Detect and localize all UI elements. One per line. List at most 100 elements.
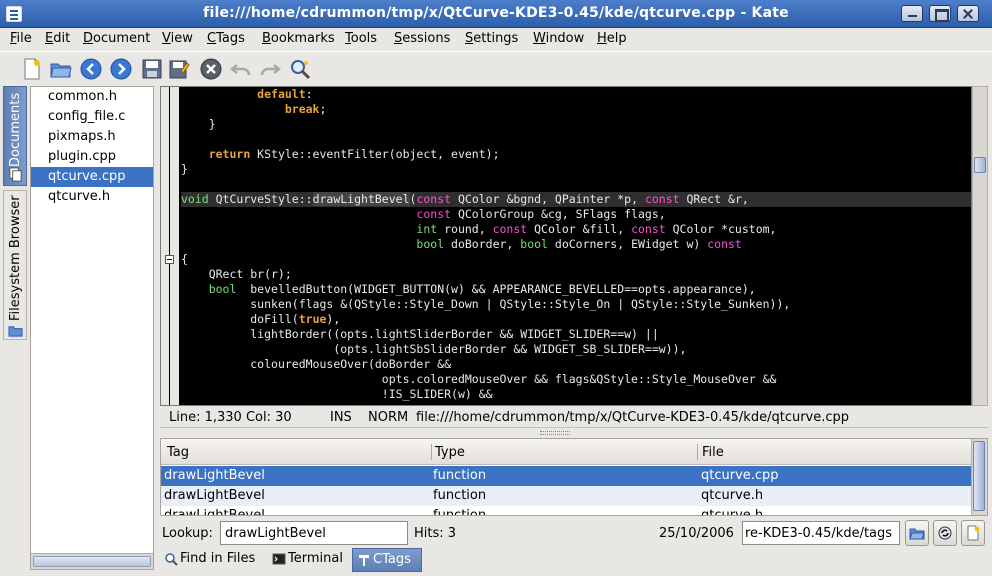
- menu-view[interactable]: View: [162, 31, 193, 46]
- close-document-icon[interactable]: [199, 57, 223, 81]
- list-item[interactable]: pixmaps.h: [31, 127, 153, 147]
- editor-scrollbar[interactable]: [972, 86, 988, 406]
- menu-help[interactable]: Help: [597, 31, 627, 46]
- code-const: const: [492, 222, 528, 236]
- code-token: doCorners, EWidget w): [547, 237, 708, 251]
- ctags-results-list: Tag Type File drawLightBevel function qt…: [160, 438, 988, 516]
- undo-icon[interactable]: [229, 57, 253, 81]
- tab-documents[interactable]: Documents: [3, 86, 27, 186]
- code-token: :: [305, 87, 313, 101]
- tab-terminal[interactable]: Terminal: [268, 548, 354, 572]
- code-token: round,: [437, 222, 493, 236]
- menu-file[interactable]: File: [10, 31, 32, 46]
- redo-icon[interactable]: [258, 57, 282, 81]
- cell-tag: drawLightBevel: [164, 488, 265, 503]
- menu-bar: File Edit Document View CTags Bookmarks …: [0, 28, 992, 50]
- save-as-icon[interactable]: [167, 57, 191, 81]
- table-row-selected[interactable]: drawLightBevel function qtcurve.cpp: [161, 466, 971, 486]
- selection-mode[interactable]: NORM: [368, 410, 408, 425]
- minimize-button[interactable]: [901, 5, 923, 22]
- browse-tag-file-button[interactable]: [905, 520, 929, 546]
- column-header-file[interactable]: File: [702, 445, 724, 460]
- main-toolbar: [0, 51, 992, 85]
- menu-document[interactable]: Document: [83, 31, 150, 46]
- code-token: sunken(flags &(QStyle::Style_Down | QSty…: [250, 297, 791, 311]
- menu-ctags[interactable]: CTags: [207, 31, 245, 46]
- insert-mode[interactable]: INS: [330, 410, 352, 425]
- list-item[interactable]: common.h: [31, 87, 153, 107]
- table-row[interactable]: drawLightBevel function qtcurve.h: [161, 486, 971, 506]
- code-token: QColor &bgnd, QPainter *p,: [451, 192, 645, 206]
- code-token: doFill(: [250, 312, 299, 326]
- menu-window[interactable]: Window: [533, 31, 584, 46]
- code-token: QRect br(r);: [181, 267, 292, 281]
- file-path: file:///home/cdrummon/tmp/x/QtCurve-KDE3…: [416, 410, 850, 425]
- cell-type: function: [433, 468, 487, 483]
- scrollbar-thumb[interactable]: [973, 441, 985, 511]
- new-document-icon[interactable]: [20, 57, 44, 81]
- tag-file-input[interactable]: [742, 521, 900, 545]
- tab-ctags[interactable]: CTags: [352, 548, 422, 572]
- list-item[interactable]: qtcurve.h: [31, 187, 153, 207]
- scrollbar-thumb[interactable]: [33, 556, 151, 567]
- code-token: doBorder,: [444, 237, 521, 251]
- code-const: const: [644, 192, 680, 206]
- menu-tools[interactable]: Tools: [345, 31, 377, 46]
- column-header-tag[interactable]: Tag: [167, 445, 189, 460]
- tab-filesystem-browser[interactable]: Filesystem Browser: [3, 190, 27, 340]
- code-const: const: [416, 207, 452, 221]
- code-const: const: [631, 222, 666, 236]
- list-item-selected[interactable]: qtcurve.cpp: [31, 167, 153, 187]
- column-separator[interactable]: [697, 444, 698, 460]
- tab-terminal-label: Terminal: [288, 551, 343, 566]
- code-text: default: break; } return KStyle::eventFi…: [181, 87, 971, 401]
- code-editor[interactable]: default: break; } return KStyle::eventFi…: [160, 86, 972, 406]
- code-token: QRect &r,: [679, 192, 749, 206]
- code-token: QColor &fill,: [527, 222, 632, 236]
- current-line: void QtCurveStyle::drawLightBevel(const …: [181, 192, 971, 207]
- side-tab-strip: Documents Filesystem Browser: [3, 86, 27, 572]
- forward-icon[interactable]: [109, 57, 133, 81]
- code-type: int: [416, 222, 438, 236]
- update-tags-button[interactable]: [933, 520, 957, 546]
- code-const: const: [416, 192, 452, 206]
- menu-bookmarks[interactable]: Bookmarks: [262, 31, 335, 46]
- table-row[interactable]: drawLightBevel function qtcurve.h: [161, 506, 971, 516]
- lookup-input[interactable]: [220, 521, 408, 545]
- scrollbar-thumb[interactable]: [974, 157, 986, 173]
- column-header-type[interactable]: Type: [435, 445, 465, 460]
- open-folder-icon[interactable]: [49, 57, 73, 81]
- lookup-label: Lookup:: [162, 526, 213, 541]
- tab-find-in-files[interactable]: Find in Files: [160, 548, 264, 572]
- document-list: common.h config_file.c pixmaps.h plugin.…: [30, 86, 154, 570]
- status-bar: Line: 1,330 Col: 30 INS NORM file:///hom…: [160, 406, 988, 428]
- menu-sessions[interactable]: Sessions: [394, 31, 450, 46]
- close-window-button[interactable]: [957, 5, 979, 22]
- menu-edit[interactable]: Edit: [45, 31, 70, 46]
- menu-settings[interactable]: Settings: [465, 31, 518, 46]
- column-separator[interactable]: [431, 444, 432, 460]
- new-tag-file-button[interactable]: [961, 520, 985, 546]
- code-token: KStyle::eventFilter(object, event);: [250, 147, 500, 161]
- code-token: QColor *custom,: [665, 222, 777, 236]
- code-keyword: break: [284, 102, 320, 116]
- code-token: ;: [319, 102, 327, 116]
- save-icon[interactable]: [140, 57, 164, 81]
- tab-filesystem-label: Filesystem Browser: [8, 195, 23, 321]
- cell-tag: drawLightBevel: [164, 468, 265, 483]
- ctags-scrollbar[interactable]: [971, 439, 987, 515]
- back-icon[interactable]: [79, 57, 103, 81]
- list-item[interactable]: plugin.cpp: [31, 147, 153, 167]
- folder-icon: [8, 326, 23, 337]
- fold-marker[interactable]: [165, 255, 174, 264]
- list-item[interactable]: config_file.c: [31, 107, 153, 127]
- terminal-icon: [272, 553, 286, 565]
- tab-find-in-files-label: Find in Files: [180, 551, 256, 566]
- code-token: QColorGroup &cg, SFlags flags,: [451, 207, 666, 221]
- maximize-button[interactable]: [929, 5, 951, 22]
- cell-file: qtcurve.h: [701, 508, 764, 516]
- code-token: }: [181, 162, 188, 176]
- find-icon[interactable]: [288, 57, 312, 81]
- panel-splitter-handle[interactable]: [540, 431, 570, 435]
- document-list-scrollbar[interactable]: [31, 553, 153, 569]
